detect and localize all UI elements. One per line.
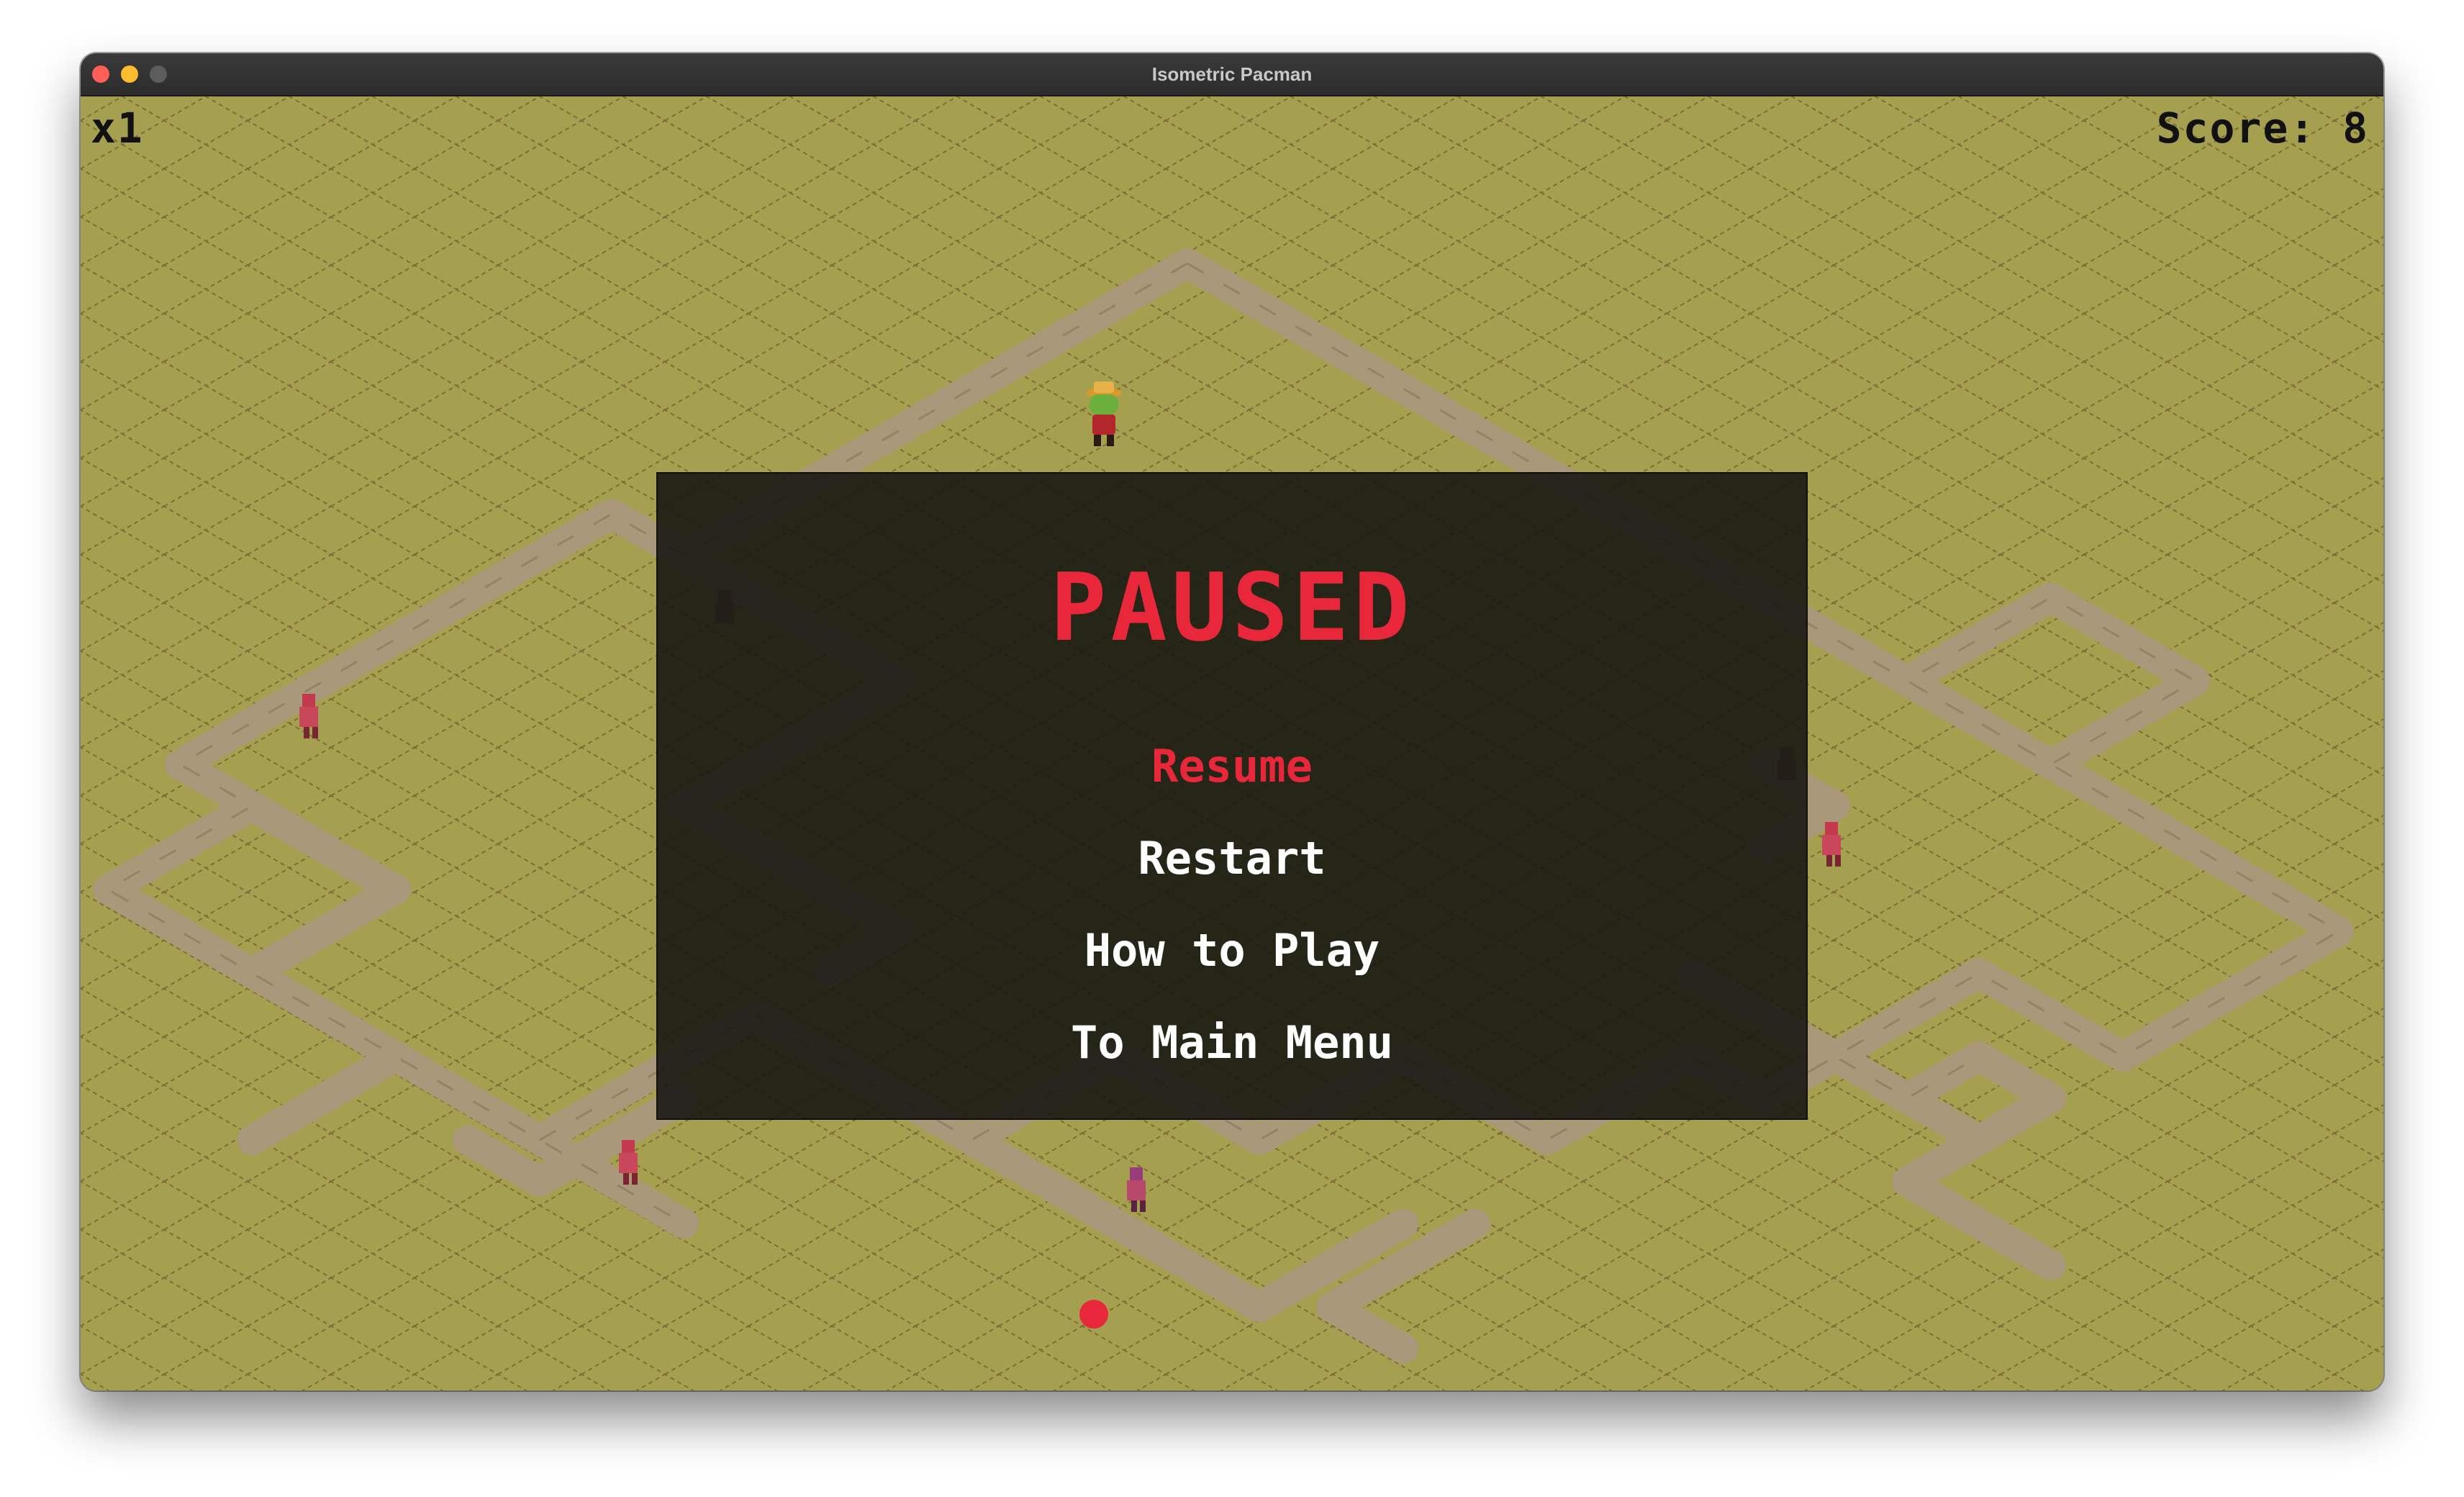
desktop: Isometric Pacman x1 Score: 8 PAUSED Resu…	[0, 0, 2464, 1497]
window-title: Isometric Pacman	[1151, 63, 1313, 85]
how-to-play-button[interactable]: How to Play	[658, 924, 1806, 977]
pause-menu: PAUSED Resume Restart How to Play To Mai…	[656, 472, 1808, 1120]
red-pellet	[1079, 1300, 1108, 1329]
score-display: Score: 8	[2156, 104, 2369, 153]
pause-title: PAUSED	[1050, 553, 1414, 662]
game-canvas[interactable]: x1 Score: 8 PAUSED Resume Restart How to…	[81, 96, 2383, 1390]
title-bar[interactable]: Isometric Pacman	[81, 53, 2383, 96]
resume-button[interactable]: Resume	[658, 740, 1806, 792]
lives-multiplier: x1	[91, 104, 144, 153]
game-window: Isometric Pacman x1 Score: 8 PAUSED Resu…	[81, 53, 2383, 1390]
restart-button[interactable]: Restart	[658, 832, 1806, 885]
main-menu-button[interactable]: To Main Menu	[658, 1016, 1806, 1069]
